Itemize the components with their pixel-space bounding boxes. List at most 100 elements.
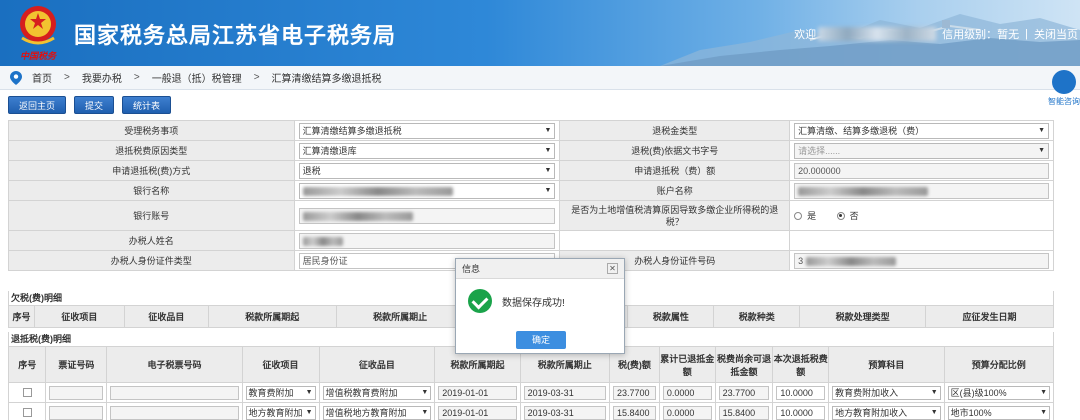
- document-number-select[interactable]: 请选择...... ▼: [794, 142, 1049, 159]
- field-label: 账户名称: [559, 180, 791, 201]
- headset-icon: [1052, 70, 1076, 94]
- welcome-text: 欢迎: [794, 29, 817, 41]
- field-label: 申请退抵税（费）额: [559, 160, 791, 181]
- dropdown-arrow-icon: ▼: [305, 388, 313, 396]
- remaining-amount-field[interactable]: 15.8400: [718, 405, 770, 420]
- breadcrumb: 首页 > 我要办税 > 一般退（抵）税管理 > 汇算清缴结算多缴退抵税: [0, 66, 1080, 90]
- col-header: 票证号码: [45, 346, 108, 383]
- back-home-button[interactable]: 返回主页: [8, 96, 67, 114]
- dropdown-arrow-icon: ▼: [1040, 408, 1047, 416]
- refunded-amount-field[interactable]: 0.0000: [662, 385, 712, 400]
- emblem-caption: 中国税务: [19, 52, 56, 62]
- budget-ratio-select[interactable]: 地市100% ▼: [947, 405, 1050, 420]
- levy-subitem-select[interactable]: 增值税教育费附加 ▼: [322, 385, 432, 400]
- col-header: 征收品目: [318, 346, 436, 383]
- separator: |: [1025, 28, 1028, 40]
- smart-assistant-button[interactable]: 智能咨询: [1048, 68, 1080, 112]
- col-header: 应征发生日期: [925, 305, 1054, 328]
- breadcrumb-sep: >: [253, 72, 260, 83]
- tax-amount-field[interactable]: 15.8400: [612, 405, 656, 420]
- breadcrumb-refund-management[interactable]: 一般退（抵）税管理: [152, 70, 242, 85]
- tax-amount-field[interactable]: 23.7700: [612, 385, 656, 400]
- breadcrumb-sep: >: [133, 72, 140, 83]
- bank-account-field[interactable]: [298, 207, 556, 224]
- dropdown-arrow-icon: ▼: [1038, 126, 1045, 134]
- levy-item-select[interactable]: 地方教育附加 ▼: [245, 405, 316, 420]
- refund-method-select[interactable]: 退税 ▼: [298, 162, 556, 179]
- col-header: 税款所属期起: [207, 305, 337, 328]
- location-pin-icon: [10, 70, 22, 85]
- account-name-field[interactable]: [794, 182, 1049, 199]
- col-header: 税款处理类型: [799, 305, 927, 328]
- table-row: 地方教育附加 ▼ 增值税地方教育附加 ▼ 2019-01-01 2019-03-31…: [7, 402, 1055, 420]
- col-header: 本次退抵税费额: [772, 346, 830, 383]
- col-header: 累计已退抵金额: [658, 346, 716, 383]
- current-refund-field[interactable]: 10.0000: [776, 405, 826, 420]
- remaining-amount-field[interactable]: 23.7700: [718, 385, 770, 400]
- close-icon[interactable]: ✕: [607, 263, 618, 274]
- dialog-message: 数据保存成功!: [502, 297, 565, 309]
- col-header: 税费尚余可退抵金额: [714, 346, 774, 383]
- land-tax-question: 是否为土地增值税清算原因导致多缴企业所得税的退税？: [559, 200, 791, 231]
- period-end-field[interactable]: 2019-03-31: [523, 405, 606, 420]
- voucher-number-field[interactable]: [49, 385, 104, 400]
- breadcrumb-tax-service[interactable]: 我要办税: [82, 70, 122, 85]
- handler-name-field[interactable]: [298, 232, 556, 249]
- row-checkbox[interactable]: [22, 388, 32, 397]
- budget-subject-select[interactable]: 地方教育附加收入 ▼: [832, 405, 941, 420]
- e-ticket-number-field[interactable]: [110, 405, 239, 420]
- radio-circle-selected: [836, 211, 845, 220]
- breadcrumb-home[interactable]: 首页: [32, 70, 52, 85]
- dialog-header: 信息 ✕: [456, 259, 624, 279]
- dialog-body: 数据保存成功!: [456, 279, 624, 313]
- levy-item-select[interactable]: 教育费附加 ▼: [245, 385, 316, 400]
- refund-type-select[interactable]: 汇算清缴、结算多缴退税（费） ▼: [794, 122, 1049, 139]
- tax-matter-select[interactable]: 汇算清缴结算多缴退抵税 ▼: [298, 122, 556, 139]
- close-page-link[interactable]: 关闭当页: [1034, 26, 1078, 42]
- col-header: 征收项目: [241, 346, 320, 383]
- dropdown-arrow-icon: ▼: [305, 408, 313, 416]
- dropdown-arrow-icon: ▼: [1038, 146, 1045, 154]
- statistics-button[interactable]: 统计表: [122, 96, 172, 114]
- radio-yes[interactable]: 是: [794, 209, 816, 222]
- id-number-field[interactable]: 3: [794, 252, 1049, 269]
- levy-subitem-select[interactable]: 增值税地方教育附加 ▼: [322, 405, 432, 420]
- refund-amount-field[interactable]: 20.000000: [794, 162, 1049, 179]
- col-header: 序号: [8, 305, 35, 328]
- breadcrumb-current: 汇算清缴结算多缴退抵税: [271, 74, 382, 85]
- row-checkbox[interactable]: [22, 408, 32, 417]
- budget-subject-select[interactable]: 教育费附加收入 ▼: [832, 385, 941, 400]
- radio-circle: [794, 211, 803, 220]
- field-label: 退税金类型: [559, 120, 791, 141]
- bank-account-redacted: [302, 211, 413, 221]
- bank-name-select[interactable]: ▼: [298, 182, 556, 199]
- col-header: 税款所属期止: [335, 305, 465, 328]
- refunded-amount-field[interactable]: 0.0000: [662, 405, 712, 420]
- period-end-field[interactable]: 2019-03-31: [523, 385, 606, 400]
- col-header: 税款属性: [627, 305, 715, 328]
- submit-button[interactable]: 提交: [74, 96, 115, 114]
- account-name-redacted: [798, 186, 929, 196]
- field-label: 办税人姓名: [8, 230, 295, 251]
- field-label: 退抵税费原因类型: [8, 140, 295, 161]
- assistant-label: 智能咨询: [1048, 97, 1080, 106]
- site-header: 中国税务 国家税务总局江苏省电子税务局 欢迎 信用级别：暂无 | 关闭当页: [0, 0, 1080, 66]
- period-start-field[interactable]: 2019-01-01: [438, 405, 517, 420]
- field-label: 申请退抵税(费)方式: [8, 160, 295, 181]
- current-refund-field[interactable]: 10.0000: [776, 385, 826, 400]
- col-header: 预算分配比例: [943, 346, 1055, 383]
- dropdown-arrow-icon: ▼: [544, 126, 552, 134]
- period-start-field[interactable]: 2019-01-01: [438, 385, 517, 400]
- voucher-number-field[interactable]: [49, 405, 104, 420]
- e-ticket-number-field[interactable]: [110, 385, 239, 400]
- confirm-button[interactable]: 确定: [516, 331, 566, 349]
- dropdown-arrow-icon: ▼: [1040, 388, 1047, 396]
- info-dialog: 信息 ✕ 数据保存成功! 确定: [455, 258, 625, 354]
- bank-name-redacted: [302, 186, 453, 196]
- dropdown-arrow-icon: ▼: [930, 408, 938, 416]
- radio-no[interactable]: 否: [836, 209, 859, 222]
- field-label: 银行账号: [8, 200, 295, 231]
- budget-ratio-select[interactable]: 区(县)级100% ▼: [947, 385, 1050, 400]
- refund-reason-select[interactable]: 汇算清缴退库 ▼: [298, 142, 556, 159]
- page-title: 国家税务总局江苏省电子税务局: [74, 24, 397, 49]
